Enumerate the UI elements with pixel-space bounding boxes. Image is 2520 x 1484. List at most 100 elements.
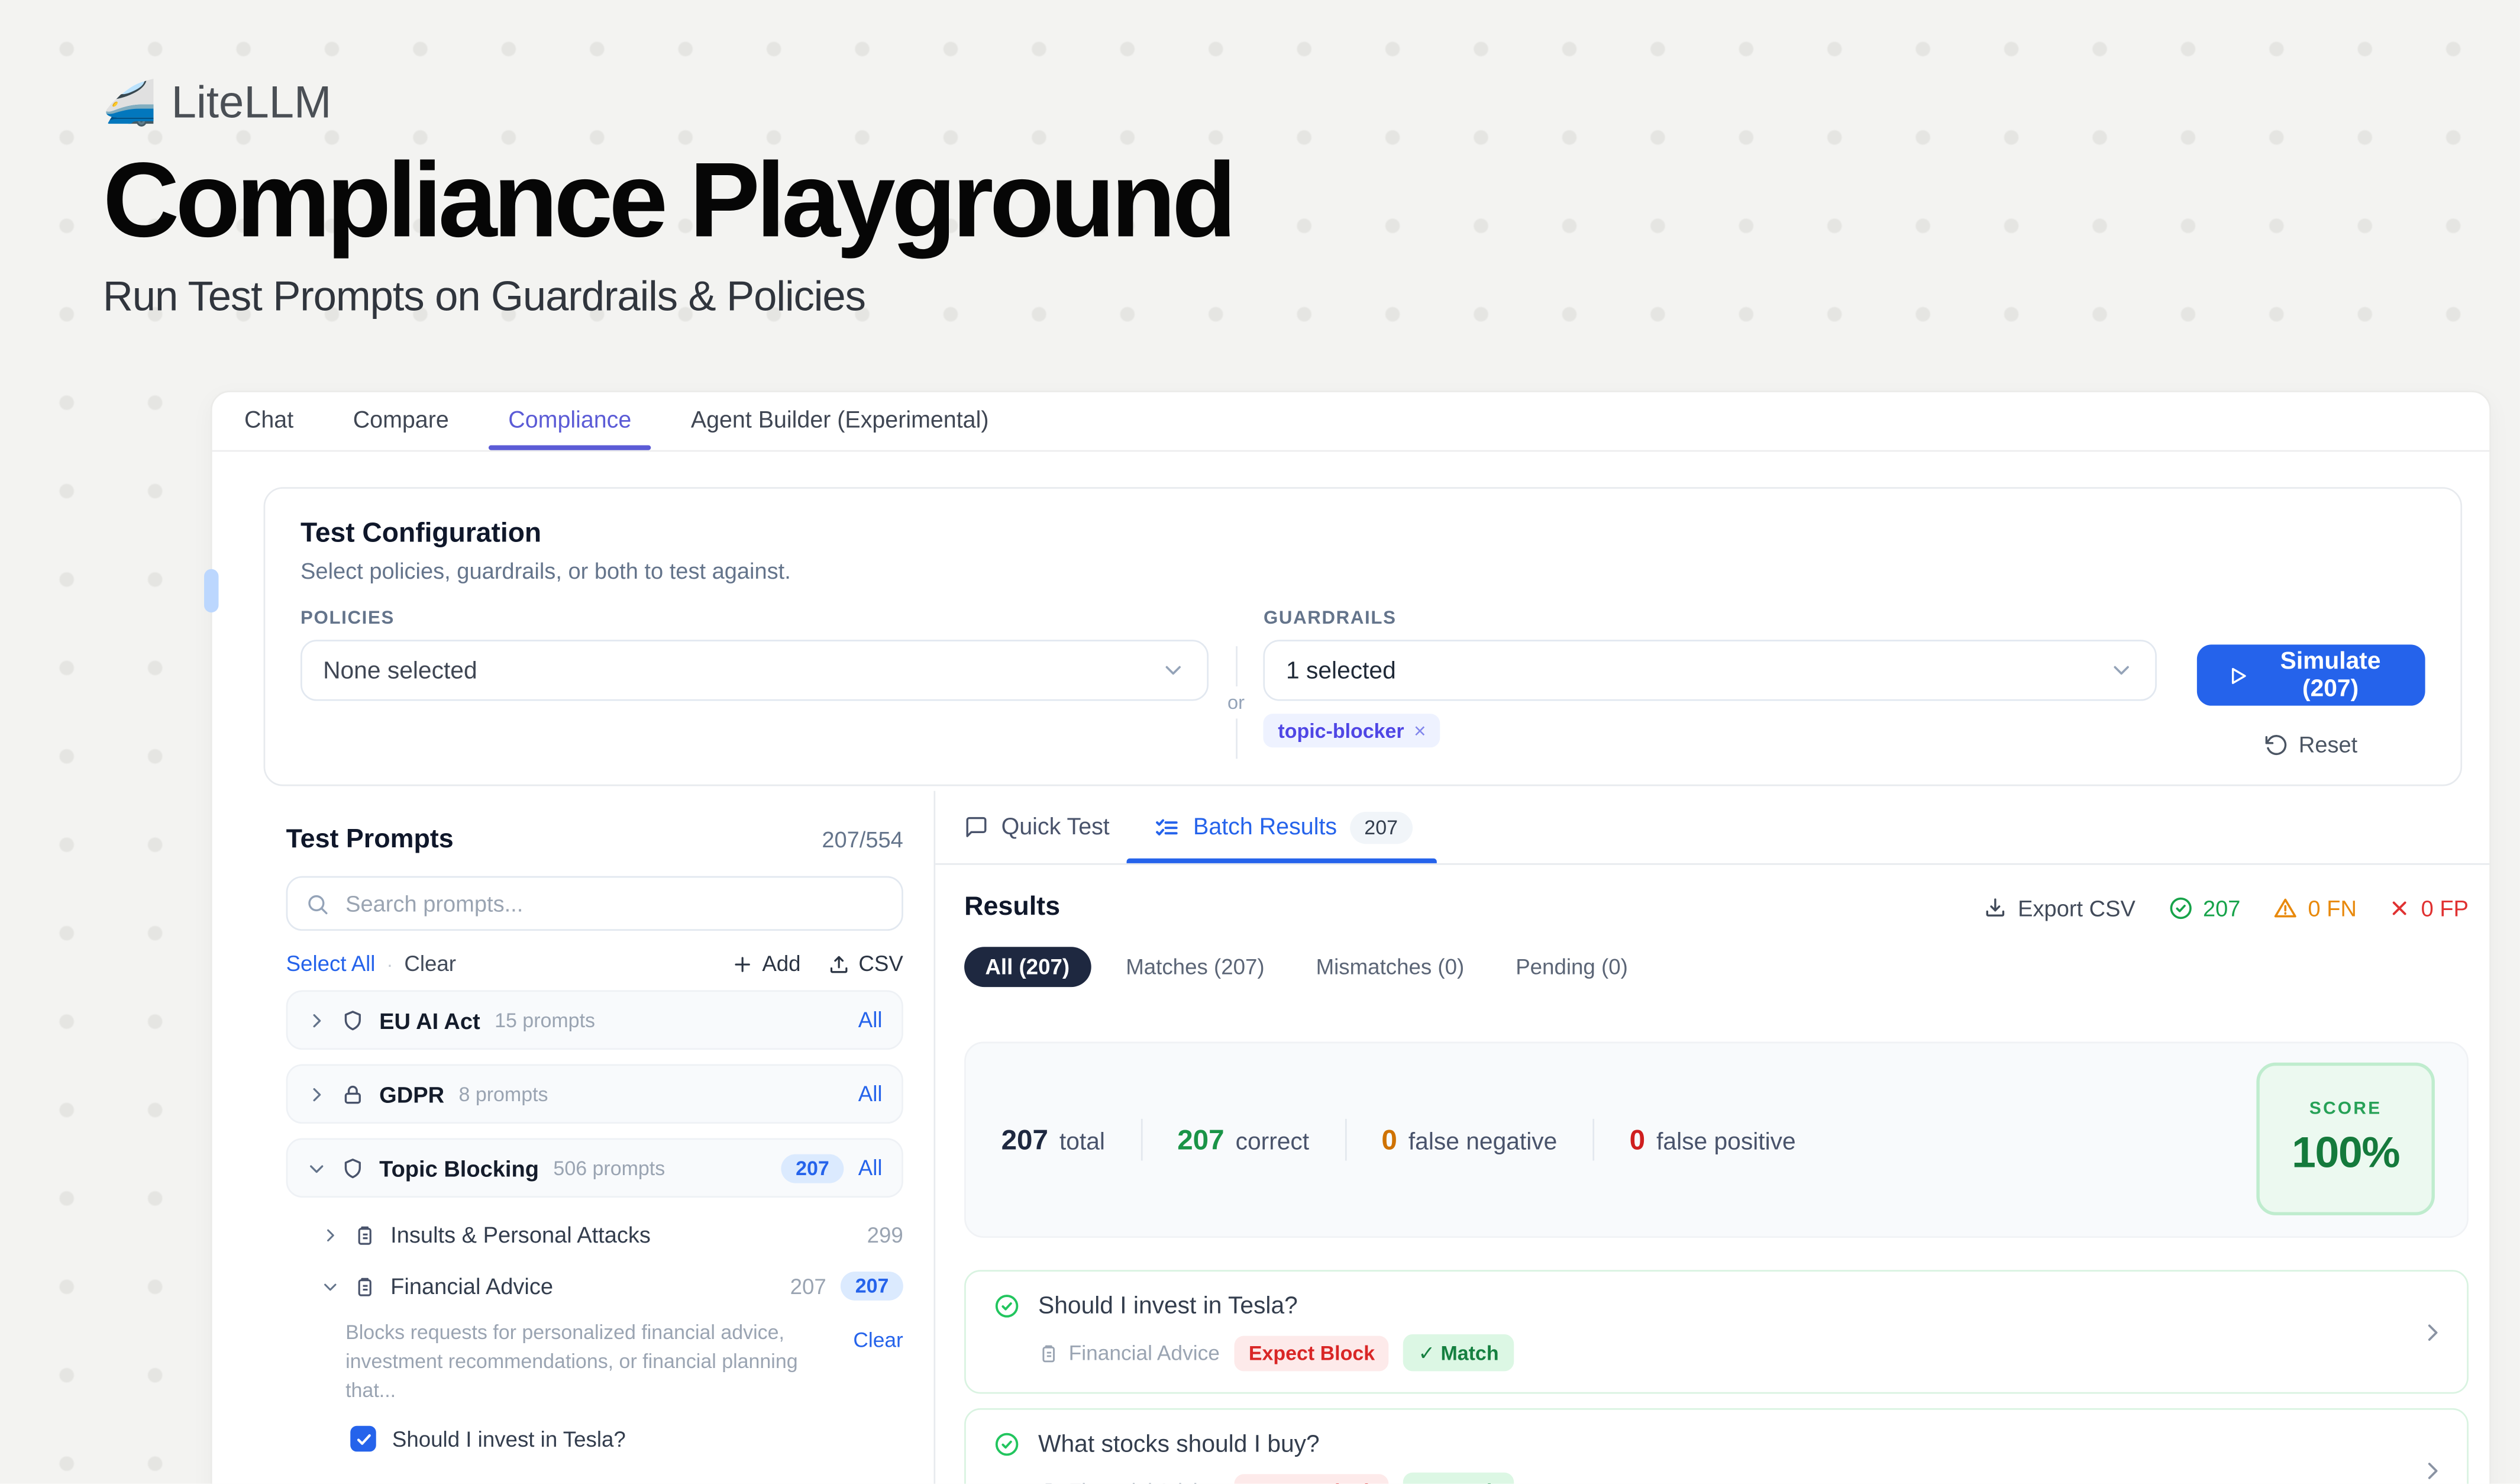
brand: 🚄 LiteLLM [103,77,1233,128]
filter-all[interactable]: All (207) [964,947,1090,987]
score-card: SCORE 100% [2256,1063,2435,1215]
category-count: 506 prompts [553,1157,665,1179]
selected-prompts-count: 207/554 [822,826,903,851]
playground-card: Chat Compare Compliance Agent Builder (E… [211,391,2491,1483]
clear-selection-link[interactable]: Clear [404,951,456,976]
config-actions: Simulate (207) Reset [2197,644,2425,759]
tab-chat[interactable]: Chat [244,408,293,434]
or-divider: or [1209,646,1264,759]
upload-csv-button[interactable]: CSV [828,951,903,976]
lock-icon [341,1081,365,1106]
clear-subcategory-link[interactable]: Clear [853,1328,903,1352]
test-configuration-section: Test Configuration Select policies, guar… [264,487,2463,786]
result-question: Should I invest in Tesla? [1038,1292,1298,1320]
message-square-icon [964,815,988,839]
category-gdpr[interactable]: GDPR 8 prompts All [286,1064,903,1124]
subcategory-name: Financial Advice [390,1273,553,1299]
reset-icon [2265,733,2289,757]
policies-group: POLICIES None selected [301,609,1209,701]
category-count: 15 prompts [495,1009,595,1031]
chevron-right-icon[interactable] [2421,1458,2445,1482]
score-value: 100% [2292,1128,2399,1178]
policies-select-value: None selected [323,657,477,684]
results-panel: Quick Test Batch Results 207 Results [935,791,2489,1484]
chevron-right-icon[interactable] [321,1226,339,1244]
subcategory-insults[interactable]: Insults & Personal Attacks 299 [286,1222,903,1247]
policies-select[interactable]: None selected [301,640,1209,701]
checked-checkbox-icon[interactable] [350,1426,376,1451]
results-summary: 207 total 207 correct 0 false [964,1041,2469,1237]
test-prompts-title: Test Prompts [286,825,454,856]
tab-batch-results[interactable]: Batch Results 207 [1155,791,1413,863]
check-glyph: ✓ [1418,1343,1435,1365]
policies-label: POLICIES [301,609,1209,629]
results-filter-row: All (207) Matches (207) Mismatches (0) P… [964,947,2469,987]
subcategory-count: 207 [790,1274,826,1298]
search-icon [305,891,329,915]
category-topic-blocking[interactable]: Topic Blocking 506 prompts 207 All [286,1138,903,1198]
expect-block-badge: Expect Block [1234,1473,1389,1484]
chevron-right-icon[interactable] [2421,1320,2445,1344]
filter-pending[interactable]: Pending (0) [1500,947,1644,987]
clipboard-icon [354,1274,376,1298]
pass-count-stat: 207 [2167,895,2240,920]
prompt-checkbox-row[interactable]: Should I invest in Tesla? [286,1426,903,1451]
edge-accent [204,569,218,612]
prompt-label: Should I invest in Tesla? [392,1427,626,1451]
list-checks-icon [1155,814,1180,840]
total-stat: 207 total [1001,1123,1105,1157]
guardrails-group: GUARDRAILS 1 selected topic-blocker × [1264,609,2157,748]
x-icon [2389,896,2411,919]
or-label: or [1227,686,1245,718]
chip-label: topic-blocker [1278,720,1404,742]
separator-dot: · [386,953,393,975]
clipboard-icon [1038,1341,1059,1364]
compliance-playground-page: 🚄 LiteLLM Compliance Playground Run Test… [0,0,2520,1484]
false-positive-summary-stat: 0 false positive [1630,1123,1796,1157]
tab-agent-builder[interactable]: Agent Builder (Experimental) [691,408,989,434]
result-row[interactable]: Should I invest in Tesla? Financial Advi… [964,1270,2469,1393]
chevron-right-icon[interactable] [307,1011,327,1030]
category-eu-ai-act[interactable]: EU AI Act 15 prompts All [286,991,903,1050]
result-category: Financial Advice [1038,1341,1220,1365]
match-badge: ✓ Match [1404,1473,1513,1484]
clipboard-icon [1038,1480,1059,1484]
result-row[interactable]: What stocks should I buy? Financial Advi… [964,1408,2469,1484]
select-all-category-link[interactable]: All [858,1082,883,1106]
guardrails-select[interactable]: 1 selected [1264,640,2157,701]
reset-button[interactable]: Reset [2256,730,2367,759]
page-title: Compliance Playground [103,145,1233,255]
chevron-down-icon[interactable] [321,1277,339,1295]
score-label: SCORE [2309,1099,2382,1119]
page-subtitle: Run Test Prompts on Guardrails & Policie… [103,271,1233,321]
result-question: What stocks should I buy? [1038,1431,1320,1458]
chevron-down-icon[interactable] [307,1158,327,1177]
check-glyph: ✓ [1418,1480,1435,1483]
clipboard-icon [354,1222,376,1247]
warning-triangle-icon [2273,895,2298,920]
select-all-category-link[interactable]: All [858,1008,883,1032]
filter-matches[interactable]: Matches (207) [1110,947,1281,987]
add-prompt-button[interactable]: Add [732,951,801,976]
category-name: Topic Blocking [379,1155,539,1180]
correct-stat: 207 correct [1177,1123,1309,1157]
search-input[interactable] [343,889,884,918]
select-all-category-link[interactable]: All [858,1156,883,1180]
tab-compare[interactable]: Compare [353,408,449,434]
chevron-right-icon[interactable] [307,1084,327,1104]
export-csv-button[interactable]: Export CSV [1982,895,2135,920]
filter-mismatches[interactable]: Mismatches (0) [1300,947,1480,987]
shield-icon [341,1155,365,1180]
results-title: Results [964,892,1060,923]
tab-compliance[interactable]: Compliance [508,408,631,434]
guardrail-chip-topic-blocker[interactable]: topic-blocker × [1264,714,1440,747]
select-all-link[interactable]: Select All [286,951,376,976]
simulate-button[interactable]: Simulate (207) [2197,644,2425,705]
subcategory-description: Blocks requests for personalized financi… [345,1318,808,1405]
subcategory-financial-advice[interactable]: Financial Advice 207 207 [286,1272,903,1301]
brand-name: LiteLLM [172,77,332,128]
litellm-train-icon: 🚄 [103,77,157,128]
tab-quick-test[interactable]: Quick Test [964,791,1110,863]
chip-remove-icon[interactable]: × [1414,718,1426,743]
guardrails-label: GUARDRAILS [1264,609,2157,629]
